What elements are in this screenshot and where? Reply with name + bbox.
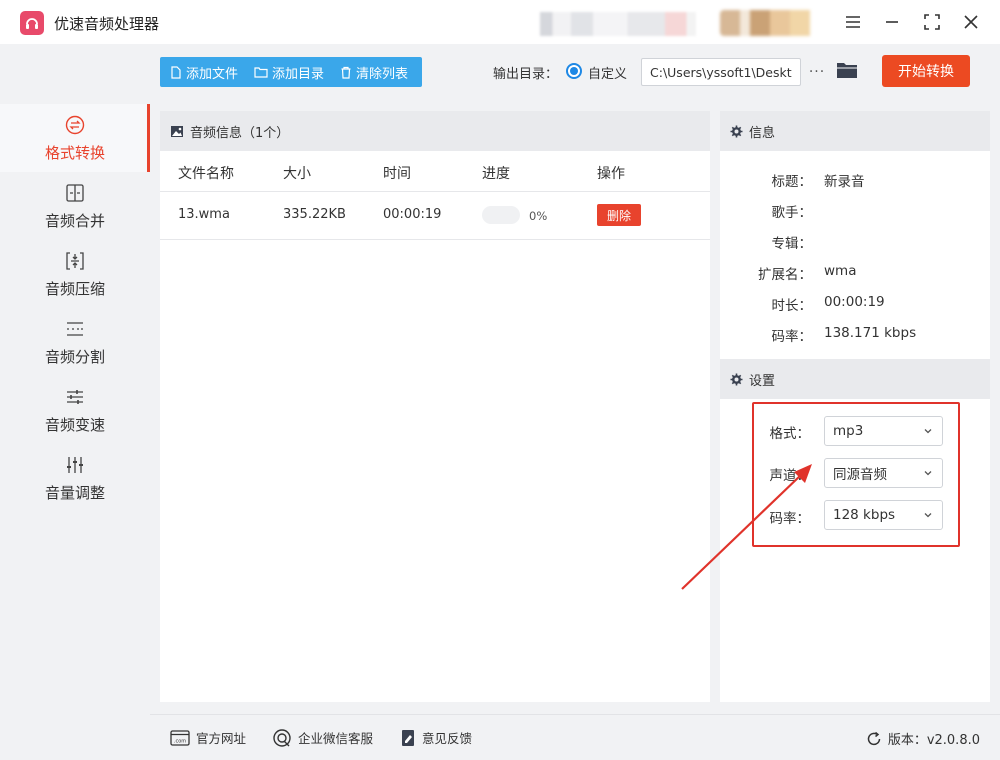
info-value: 00:00:19 [824,294,885,310]
row-divider [160,239,710,240]
file-toolbar: 添加文件 添加目录 清除列表 [160,57,422,87]
progress-text: 0% [529,209,548,223]
folder-outline-icon [254,67,268,78]
column-header-size: 大小 [283,166,311,182]
sidebar-item-label: 音频变速 [44,415,105,434]
sidebar-item-audio-split[interactable]: 音频分割 [0,308,150,376]
file-list-panel: 音频信息（1个） 文件名称 大小 时间 进度 操作 13.wma 335.22K… [160,111,710,702]
version-info: 版本：v2.0.8.0 [866,729,980,748]
info-value: 138.171 kbps [824,325,917,341]
volume-icon [64,454,86,476]
settings-header: 设置 [720,359,990,399]
svg-text:.com: .com [174,738,186,744]
add-directory-button[interactable]: 添加目录 [254,57,324,87]
blurred-avatar [720,10,820,36]
file-time-cell: 00:00:19 [383,207,442,222]
footer: .com 官方网址 企业微信客服 意见反馈 版本：v2.0.8.0 [150,714,1000,760]
info-key: 标题： [771,174,813,190]
file-list-header: 音频信息（1个） [160,111,710,151]
custom-output-label: 自定义 [588,67,628,82]
sidebar-item-label: 音频压缩 [44,279,105,298]
sidebar: 格式转换 音频合并 音频压缩 音频分割 音频变速 音量调整 [0,44,150,760]
column-header-progress: 进度 [482,166,510,182]
wechat-label: 企业微信客服 [298,731,374,746]
file-size-cell: 335.22KB [283,207,346,222]
info-key: 专辑： [771,236,813,252]
output-path-input[interactable] [641,58,801,86]
minimize-icon[interactable] [880,10,904,34]
info-key: 扩展名： [758,267,812,283]
info-header: 信息 [720,111,990,151]
sidebar-item-label: 音量调整 [44,483,105,502]
info-row-artist: 歌手： [720,201,990,221]
merge-icon [64,182,86,204]
trash-icon [341,66,351,79]
info-key: 码率： [771,329,813,345]
info-title: 信息 [749,125,776,141]
version-label: 版本：v2.0.8.0 [887,733,980,748]
title-bar: 优速音频处理器 [0,0,1000,44]
progress-bar [482,206,520,224]
info-value: wma [824,263,857,279]
annotation-highlight-box [752,402,960,547]
output-dir-label: 输出目录： [493,67,559,82]
app-title: 优速音频处理器 [54,15,160,33]
browse-more-button[interactable]: ··· [807,58,827,86]
maximize-icon[interactable] [920,10,944,34]
file-name-cell: 13.wma [178,207,230,222]
file-list-title: 音频信息（1个） [190,125,290,141]
gear-icon [730,373,743,385]
add-file-button[interactable]: 添加文件 [170,57,238,87]
info-row-album: 专辑： [720,232,990,252]
app-logo-icon [20,11,44,35]
gear-icon [730,125,743,137]
start-convert-button[interactable]: 开始转换 [882,55,970,87]
custom-output-radio[interactable] [566,63,582,79]
info-key: 时长： [771,298,813,314]
sidebar-item-audio-merge[interactable]: 音频合并 [0,172,150,240]
sidebar-item-label: 格式转换 [44,143,105,162]
clear-list-button[interactable]: 清除列表 [340,57,408,87]
feedback-label: 意见反馈 [422,731,473,746]
refresh-icon [867,731,881,745]
info-key: 歌手： [771,205,813,221]
column-header-name: 文件名称 [178,166,234,182]
wechat-icon [273,728,291,747]
column-header-time: 时间 [383,166,411,182]
settings-title: 设置 [749,373,776,389]
delete-button[interactable]: 删除 [597,204,641,226]
feedback-icon [402,729,414,746]
info-row-bitrate: 码率： 138.171 kbps [720,325,990,345]
info-row-title: 标题： 新录音 [720,170,990,190]
info-row-duration: 时长： 00:00:19 [720,294,990,314]
menu-icon[interactable] [841,10,865,34]
sidebar-item-audio-compress[interactable]: 音频压缩 [0,240,150,308]
add-directory-label: 添加目录 [272,66,325,82]
info-value: 新录音 [824,174,865,190]
image-icon [171,125,183,137]
file-icon [171,65,181,79]
add-file-label: 添加文件 [186,66,239,82]
convert-icon [64,114,86,136]
compress-icon [64,250,86,272]
close-icon[interactable] [959,10,983,34]
column-header-action: 操作 [597,166,625,182]
feedback-link[interactable]: 意见反馈 [400,728,472,747]
wechat-service-link[interactable]: 企业微信客服 [272,728,373,747]
blurred-account-info [540,12,696,36]
open-folder-icon[interactable] [836,60,860,84]
speed-icon [64,386,86,408]
official-website-link[interactable]: .com 官方网址 [170,728,246,747]
info-row-extension: 扩展名： wma [720,263,990,283]
split-icon [64,318,86,340]
header-divider [160,191,710,192]
website-icon: .com [170,729,190,746]
sidebar-item-format-convert[interactable]: 格式转换 [0,104,150,172]
sidebar-item-label: 音频合并 [44,211,105,230]
website-label: 官方网址 [196,731,247,746]
clear-list-label: 清除列表 [356,66,409,82]
sidebar-item-volume-adjust[interactable]: 音量调整 [0,444,150,512]
sidebar-item-label: 音频分割 [44,347,105,366]
sidebar-item-audio-speed[interactable]: 音频变速 [0,376,150,444]
